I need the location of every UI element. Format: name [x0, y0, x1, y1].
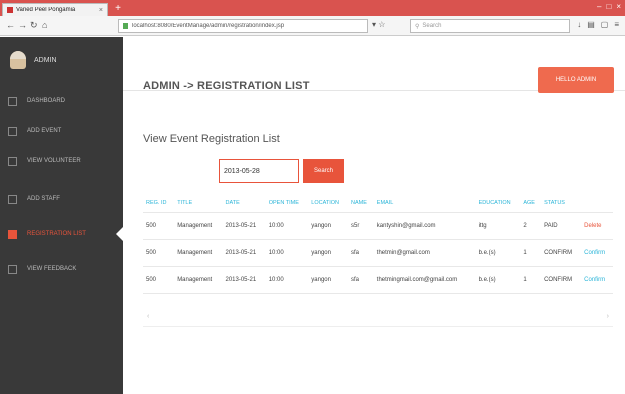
col-date: DATE: [222, 194, 266, 213]
sidebar-item-label: VIEW FEEDBACK: [27, 266, 77, 272]
cell-status: CONFIRM: [541, 239, 582, 267]
feedback-icon: [8, 264, 17, 274]
cell-date: 2013-05-21: [222, 212, 266, 240]
back-icon[interactable]: ←: [6, 20, 15, 30]
menu-icon[interactable]: ≡: [614, 20, 619, 29]
cell-location: yangon: [308, 239, 348, 267]
col-action: [581, 194, 613, 213]
col-title: TITLE: [174, 194, 223, 213]
col-open-time: OPEN TIME: [265, 194, 309, 213]
cell-name: s5r: [348, 212, 374, 240]
scroll-right-icon[interactable]: ›: [607, 313, 609, 320]
browser-tab[interactable]: Varied Peel Pongamia ×: [2, 3, 108, 16]
dashboard-icon: [8, 96, 17, 106]
cell-open-time: 10:00: [265, 239, 309, 267]
address-bar[interactable]: localhost:8080/EventManage/admin/registr…: [118, 19, 368, 33]
forward-icon[interactable]: →: [18, 20, 27, 30]
url-text: localhost:8080/EventManage/admin/registr…: [132, 23, 285, 29]
tab-title: Varied Peel Pongamia: [16, 7, 76, 13]
breadcrumb: ADMIN -> REGISTRATION LIST: [143, 80, 310, 92]
cell-education: ittg: [475, 212, 521, 240]
home-icon[interactable]: ⌂: [42, 20, 47, 30]
library-icon[interactable]: ▤: [587, 20, 595, 29]
sidebar-item-label: VIEW VOLUNTEER: [27, 158, 81, 164]
browser-nav-bar: ← → ↻ ⌂ localhost:8080/EventManage/admin…: [0, 16, 625, 36]
cell-status: PAID: [541, 212, 582, 240]
sidebar-item-label: ADD STAFF: [27, 196, 60, 202]
sidebar-item-registration-list[interactable]: REGISTRATION LIST: [0, 222, 123, 246]
cell-reg-id: 500: [143, 239, 175, 267]
sidebar-item-add-event[interactable]: ADD EVENT: [0, 119, 123, 143]
delete-link[interactable]: Delete: [581, 212, 613, 240]
toolbar-icons: ↓ ▤ ▢ ≡: [577, 20, 619, 29]
browser-tab-bar: Varied Peel Pongamia × + – □ ×: [0, 0, 625, 16]
user-icon: [8, 156, 17, 166]
col-name: NAME: [348, 194, 374, 213]
reload-icon[interactable]: ↻: [30, 20, 38, 31]
sidebar-item-view-feedback[interactable]: VIEW FEEDBACK: [0, 257, 123, 281]
sidebar-item-view-volunteer[interactable]: VIEW VOLUNTEER: [0, 149, 123, 173]
date-input[interactable]: [219, 159, 299, 183]
admin-button[interactable]: HELLO ADMIN: [538, 67, 614, 93]
sidebar-item-label: ADD EVENT: [27, 128, 62, 134]
bookmark-star-icon[interactable]: ▾ ☆: [372, 20, 385, 29]
cell-date: 2013-05-21: [222, 239, 266, 267]
col-status: STATUS: [541, 194, 582, 213]
sidebar: ADMIN DASHBOARD ADD EVENT VIEW VOLUNTEER…: [0, 37, 123, 394]
cell-location: yangon: [308, 212, 348, 240]
confirm-link[interactable]: Confirm: [581, 239, 613, 267]
cell-age: 2: [520, 212, 542, 240]
scroll-left-icon[interactable]: ‹: [147, 313, 149, 320]
col-age: AGE: [520, 194, 542, 213]
sidebar-item-add-staff[interactable]: ADD STAFF: [0, 187, 123, 211]
main-content: ADMIN -> REGISTRATION LIST HELLO ADMIN V…: [123, 37, 625, 394]
cell-open-time: 10:00: [265, 212, 309, 240]
browser-search-field[interactable]: ⚲ Search: [410, 19, 570, 33]
new-tab-button[interactable]: +: [112, 3, 124, 15]
search-placeholder: Search: [422, 23, 442, 29]
cell-reg-id: 500: [143, 212, 175, 240]
cell-title: Management: [174, 239, 223, 267]
cell-name: sfa: [348, 239, 374, 267]
cell-title: Management: [174, 212, 223, 240]
sidebar-item-dashboard[interactable]: DASHBOARD: [0, 89, 123, 113]
cell-email: kantyshin@gmail.com: [373, 212, 476, 240]
table-row: 500 Management 2013-05-21 10:00 yangon s…: [143, 239, 613, 267]
window-controls: – □ ×: [597, 2, 621, 11]
table-header-row: REG. ID TITLE DATE OPEN TIME LOCATION NA…: [143, 194, 613, 213]
profile-name: ADMIN: [34, 56, 57, 64]
sidebar-item-label: DASHBOARD: [27, 98, 66, 104]
close-window-button[interactable]: ×: [616, 2, 621, 11]
cell-education: b.e.(s): [475, 239, 521, 267]
sidebar-toggle-icon[interactable]: ▢: [601, 20, 609, 29]
minimize-button[interactable]: –: [597, 2, 601, 11]
cell-age: 1: [520, 239, 542, 267]
page-info-icon: [123, 23, 128, 29]
staff-icon: [8, 194, 17, 204]
cell-email: thetmin@gmail.com: [373, 239, 476, 267]
list-icon: [8, 229, 17, 239]
table-row: 500 Management 2013-05-21 10:00 yangon s…: [143, 212, 613, 240]
col-education: EDUCATION: [475, 194, 521, 213]
search-icon: ⚲: [415, 23, 420, 30]
col-email: EMAIL: [373, 194, 476, 213]
sidebar-item-label: REGISTRATION LIST: [27, 231, 86, 237]
favicon-icon: [7, 7, 13, 13]
maximize-button[interactable]: □: [606, 2, 611, 11]
table-scroll-area: ‹ ›: [143, 283, 613, 327]
search-button[interactable]: Search: [303, 159, 344, 183]
download-icon[interactable]: ↓: [577, 20, 581, 29]
profile: ADMIN: [10, 51, 57, 69]
avatar: [10, 51, 26, 69]
tab-close-icon[interactable]: ×: [99, 7, 103, 14]
registration-table: REG. ID TITLE DATE OPEN TIME LOCATION NA…: [143, 194, 613, 294]
col-reg-id: REG. ID: [143, 194, 175, 213]
calendar-icon: [8, 126, 17, 136]
section-title: View Event Registration List: [143, 133, 280, 145]
col-location: LOCATION: [308, 194, 348, 213]
